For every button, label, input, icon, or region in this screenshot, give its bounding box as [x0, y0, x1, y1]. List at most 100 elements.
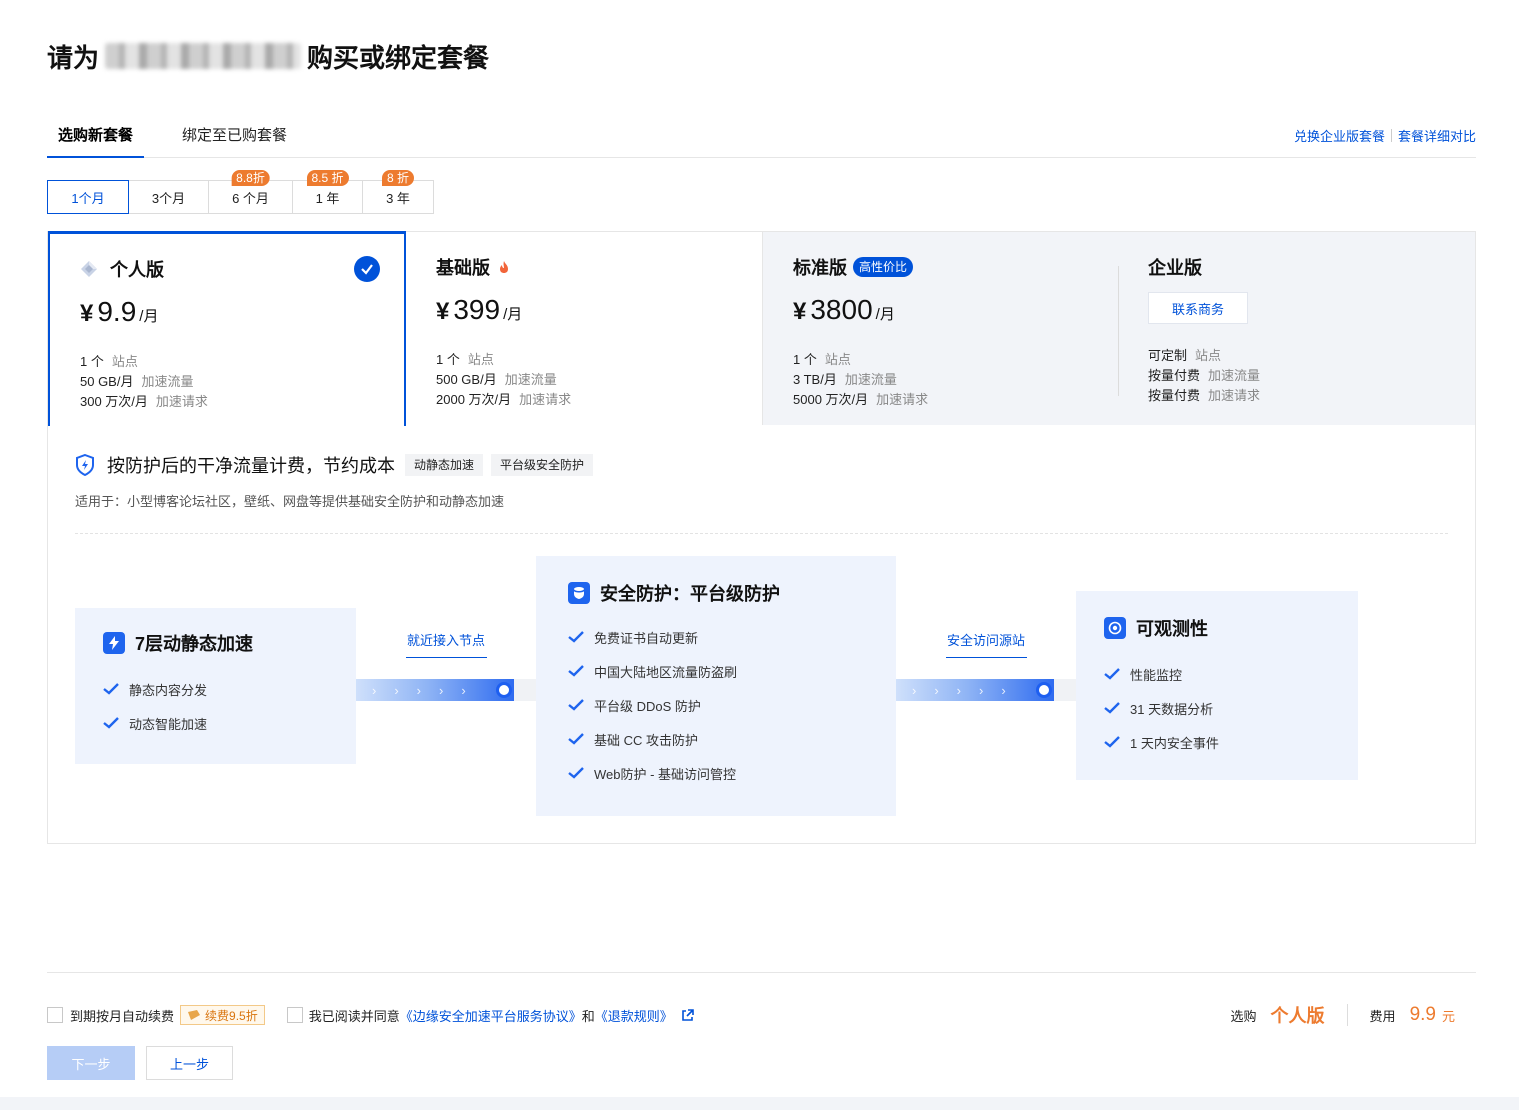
- plan-specs: 1 个站点 500 GB/月 加速流量 2000 万次/月 加速请求: [436, 350, 732, 410]
- plan-name-row: 个人版: [80, 256, 374, 282]
- plan-divider: [1118, 266, 1119, 396]
- arrow-icons: ›››››: [912, 682, 1024, 698]
- service-agreement-link[interactable]: 《边缘安全加速平台服务协议》: [400, 1006, 582, 1025]
- spec-row: 50 GB/月 加速流量: [80, 372, 374, 392]
- selected-check-icon: [354, 256, 380, 282]
- value-tag: 高性价比: [853, 257, 914, 277]
- summary-separator: [1346, 1004, 1348, 1026]
- check-item: 中国大陆地区流量防盗刷: [568, 654, 896, 688]
- duration-3-months[interactable]: 3个月: [129, 180, 209, 214]
- check-item: 静态内容分发: [103, 672, 356, 706]
- and-text: 和: [581, 1008, 595, 1024]
- spec-key: 站点: [467, 352, 494, 367]
- spec-key: 站点: [1195, 348, 1222, 363]
- plan-card-personal[interactable]: 个人版 ¥ 9.9 /月 1 个站点 50 GB/月 加速流量 300 万次/月加…: [48, 231, 406, 426]
- price-unit: /月: [503, 306, 523, 323]
- box-title-text: 安全防护：平台级防护: [600, 584, 780, 604]
- picked-plan: 个人版: [1270, 1006, 1325, 1026]
- flow-bar-tail: [514, 679, 536, 701]
- plan-card-enterprise[interactable]: 企业版 联系商务 可定制 站点 按量付费 加速流量 按量付费 加速请求: [1120, 232, 1475, 425]
- check-item-text: 免费证书自动更新: [594, 630, 699, 646]
- spec-key: 加速流量: [504, 372, 557, 387]
- pick-label: 选购: [1230, 1008, 1257, 1024]
- spec-value: 3 TB/月: [793, 372, 837, 387]
- spec-row: 500 GB/月 加速流量: [436, 370, 732, 390]
- spec-value: 按量付费: [1148, 388, 1201, 403]
- page-title-suffix: 购买或绑定套餐: [307, 42, 490, 73]
- duration-3-years[interactable]: 8 折3 年: [363, 170, 434, 214]
- auto-renew-checkbox[interactable]: [47, 1007, 63, 1023]
- spec-key: 站点: [111, 354, 138, 369]
- spec-key: 加速流量: [141, 374, 194, 389]
- security-box: 安全防护：平台级防护 免费证书自动更新 中国大陆地区流量防盗刷 平台级 DDoS…: [536, 556, 896, 816]
- spec-row: 可定制 站点: [1148, 346, 1445, 366]
- box-title-text: 7层动静态加速: [135, 634, 254, 654]
- plan-card-standard[interactable]: 标准版 高性价比 ¥ 3800 /月 1 个站点 3 TB/月 加速流量 5000…: [763, 232, 1120, 425]
- fee-unit: 元: [1441, 1008, 1455, 1024]
- check-item-text: 基础 CC 攻击防护: [594, 732, 699, 748]
- connector-underline: [406, 657, 487, 658]
- duration-6-months[interactable]: 8.8折 6 个月: [209, 170, 293, 214]
- refund-rules-link[interactable]: 《退款规则》: [595, 1006, 673, 1025]
- spec-value: 1 个: [80, 354, 104, 369]
- connector-label-1: 就近接入节点: [406, 633, 485, 648]
- check-icon: [568, 733, 584, 745]
- accel-box: 7层动静态加速 静态内容分发 动态智能加速: [75, 608, 356, 764]
- feature-headline: 按防护后的干净流量计费，节约成本 动静态加速 平台级安全防护: [75, 452, 594, 478]
- tab-buy-new[interactable]: 选购新套餐: [47, 124, 145, 158]
- spec-key: 加速请求: [155, 394, 208, 409]
- discount-badge: 8 折: [381, 170, 415, 186]
- plan-specs: 可定制 站点 按量付费 加速流量 按量付费 加速请求: [1148, 346, 1445, 406]
- spec-row: 3 TB/月 加速流量: [793, 370, 1090, 390]
- plan-card-basic[interactable]: 基础版 ¥ 399 /月 1 个站点 500 GB/月 加速流量 2000 万次/…: [406, 232, 763, 425]
- database-shield-icon: [568, 582, 590, 604]
- page-title-prefix: 请为: [47, 42, 100, 73]
- price-value: 9.9: [97, 296, 137, 327]
- exchange-enterprise-link[interactable]: 兑换企业版套餐: [1294, 126, 1385, 145]
- external-link-icon[interactable]: [681, 1008, 694, 1022]
- spec-row: 1 个站点: [436, 350, 732, 370]
- check-item: 平台级 DDoS 防护: [568, 688, 896, 722]
- check-item-text: 平台级 DDoS 防护: [594, 698, 701, 714]
- check-icon: [103, 683, 119, 695]
- compare-plans-link[interactable]: 套餐详细对比: [1398, 126, 1476, 145]
- currency-symbol: ¥: [793, 298, 807, 325]
- check-icon: [1104, 702, 1120, 714]
- order-summary: 选购 个人版 费用 9.9 元: [1231, 1000, 1455, 1030]
- box-title: 7层动静态加速: [103, 630, 356, 656]
- fee-label: 费用: [1369, 1008, 1396, 1024]
- next-button[interactable]: 下一步: [47, 1046, 135, 1080]
- check-item-text: 31 天数据分析: [1130, 701, 1214, 717]
- duration-label: 6 个月: [232, 190, 269, 206]
- spec-value: 50 GB/月: [80, 374, 134, 389]
- spec-key: 加速请求: [876, 392, 929, 407]
- prev-button[interactable]: 上一步: [146, 1046, 233, 1080]
- duration-1-year[interactable]: 8.5 折 1 年: [293, 170, 363, 214]
- plan-name: 企业版: [1148, 258, 1202, 278]
- spec-row: 1 个站点: [793, 350, 1090, 370]
- tab-bind-existing[interactable]: 绑定至已购套餐: [171, 124, 298, 158]
- duration-label: 3 年: [386, 190, 410, 206]
- check-icon: [568, 631, 584, 643]
- observability-box: 可观测性 性能监控 31 天数据分析 1 天内安全事件: [1076, 591, 1358, 780]
- page-title: 请为 购买或绑定套餐: [47, 38, 489, 74]
- contact-sales-button[interactable]: 联系商务: [1148, 292, 1248, 324]
- check-item-text: 动态智能加速: [129, 716, 208, 732]
- flow-knob: [496, 682, 512, 698]
- duration-label: 1个月: [71, 190, 105, 206]
- spec-key: 加速流量: [844, 372, 897, 387]
- plan-name: 个人版: [110, 260, 164, 280]
- footer-strip: [0, 1097, 1519, 1110]
- spec-key: 加速流量: [1208, 368, 1261, 383]
- agree-checkbox[interactable]: [286, 1007, 303, 1023]
- discount-badge: 8.8折: [231, 170, 270, 186]
- price-value: 399: [453, 294, 501, 325]
- duration-1-month[interactable]: 1个月: [47, 180, 129, 214]
- agreement-row: 到期按月自动续费 续费9.5折 我已阅读并同意 《边缘安全加速平台服务协议》 和…: [47, 1004, 694, 1026]
- spec-value: 可定制: [1148, 348, 1188, 363]
- diamond-icon: [80, 260, 98, 278]
- check-list: 静态内容分发 动态智能加速: [103, 672, 356, 740]
- plan-name-row: 标准版 高性价比: [793, 254, 1090, 280]
- renew-discount-tag: 续费9.5折: [180, 1005, 265, 1025]
- top-links: 兑换企业版套餐 套餐详细对比: [1294, 126, 1476, 145]
